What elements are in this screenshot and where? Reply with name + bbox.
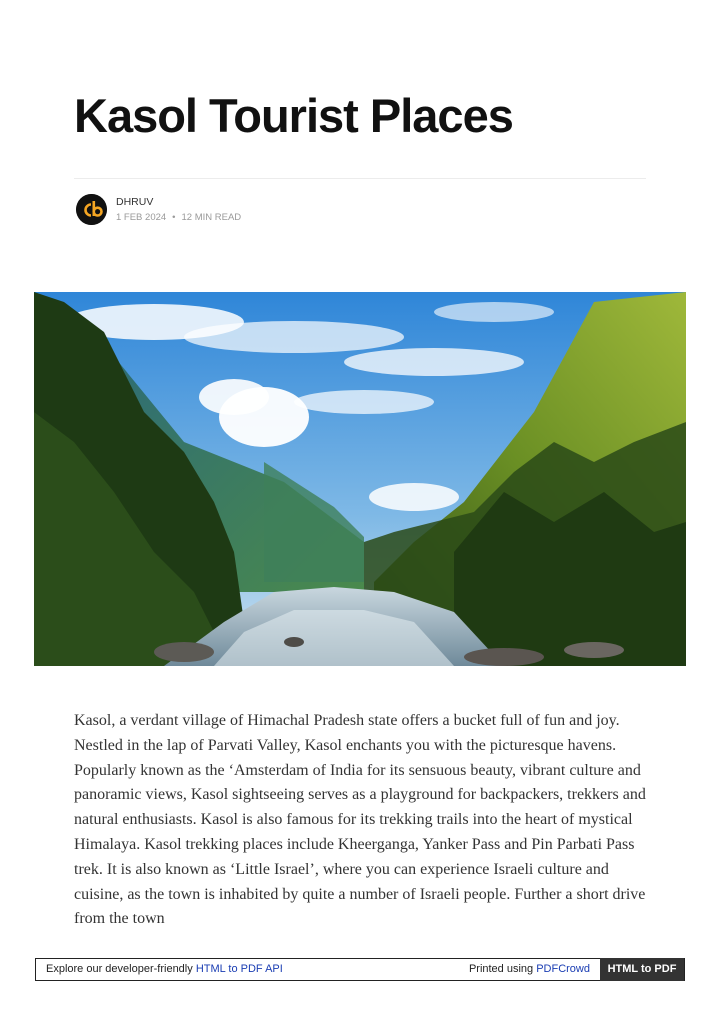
meta-separator: •: [172, 212, 176, 223]
author-avatar[interactable]: [76, 194, 107, 225]
article-body: Kasol, a verdant village of Himachal Pra…: [74, 712, 646, 928]
html-to-pdf-button[interactable]: HTML to PDF: [600, 958, 684, 981]
pdf-footer-bar: Explore our developer-friendly HTML to P…: [35, 958, 685, 981]
footer-printed-text: Printed using: [468, 963, 537, 975]
cb-logo-icon: [76, 194, 107, 225]
publish-date: 1 FEB 2024: [116, 212, 167, 223]
footer-printed: Printed using PDFCrowd: [469, 963, 590, 975]
article-meta: 1 FEB 2024 • 12 MIN READ: [116, 212, 241, 223]
read-time: 12 MIN READ: [181, 212, 242, 223]
author-name[interactable]: DHRUV: [116, 196, 153, 208]
footer-explore-text: Explore our developer-friendly: [46, 963, 196, 975]
article-title: Kasol Tourist Places: [74, 89, 514, 142]
html-to-pdf-api-link[interactable]: HTML to PDF API: [196, 963, 283, 975]
header-divider: [74, 178, 646, 179]
hero-image: [34, 292, 686, 666]
pdfcrowd-link[interactable]: PDFCrowd: [536, 963, 590, 975]
footer-explore: Explore our developer-friendly HTML to P…: [46, 963, 283, 975]
